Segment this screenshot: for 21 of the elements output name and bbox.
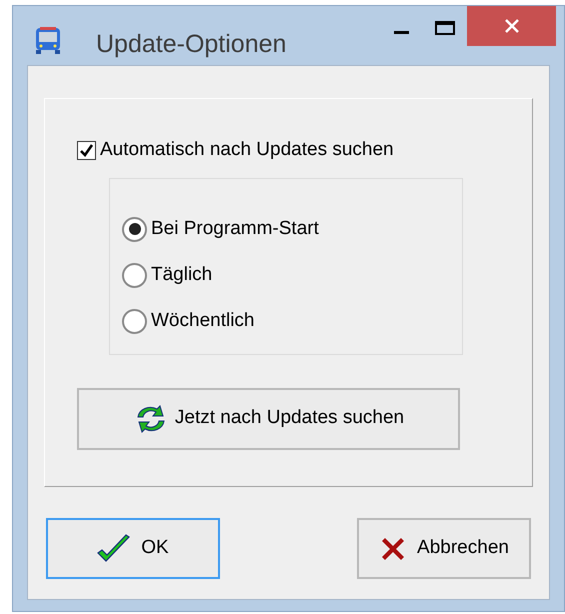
close-icon <box>504 18 520 34</box>
bus-icon <box>33 25 63 55</box>
radio-button[interactable] <box>122 308 147 334</box>
schedule-radio[interactable]: Bei Programm-Start <box>122 216 462 242</box>
check-icon <box>79 142 94 158</box>
radio-label: Wöchentlich <box>151 308 254 333</box>
schedule-radio[interactable]: Täglich <box>122 262 462 288</box>
radio-button[interactable] <box>122 262 147 288</box>
checkmark-icon <box>97 534 132 564</box>
radio-label: Bei Programm-Start <box>151 216 319 241</box>
check-now-button[interactable]: Jetzt nach Updates suchen <box>77 388 460 450</box>
close-button[interactable] <box>467 6 556 46</box>
window-title: Update-Optionen <box>96 29 286 60</box>
radio-label: Täglich <box>151 262 212 287</box>
checkbox-label: Automatisch nach Updates suchen <box>100 138 394 162</box>
radio-button[interactable] <box>122 216 147 242</box>
auto-update-checkbox[interactable]: Automatisch nach Updates suchen <box>77 136 500 164</box>
cancel-button[interactable]: Abbrechen <box>357 518 531 579</box>
schedule-radio[interactable]: Wöchentlich <box>122 308 462 334</box>
ok-button[interactable]: OK <box>46 518 220 579</box>
checkbox[interactable] <box>77 140 96 160</box>
